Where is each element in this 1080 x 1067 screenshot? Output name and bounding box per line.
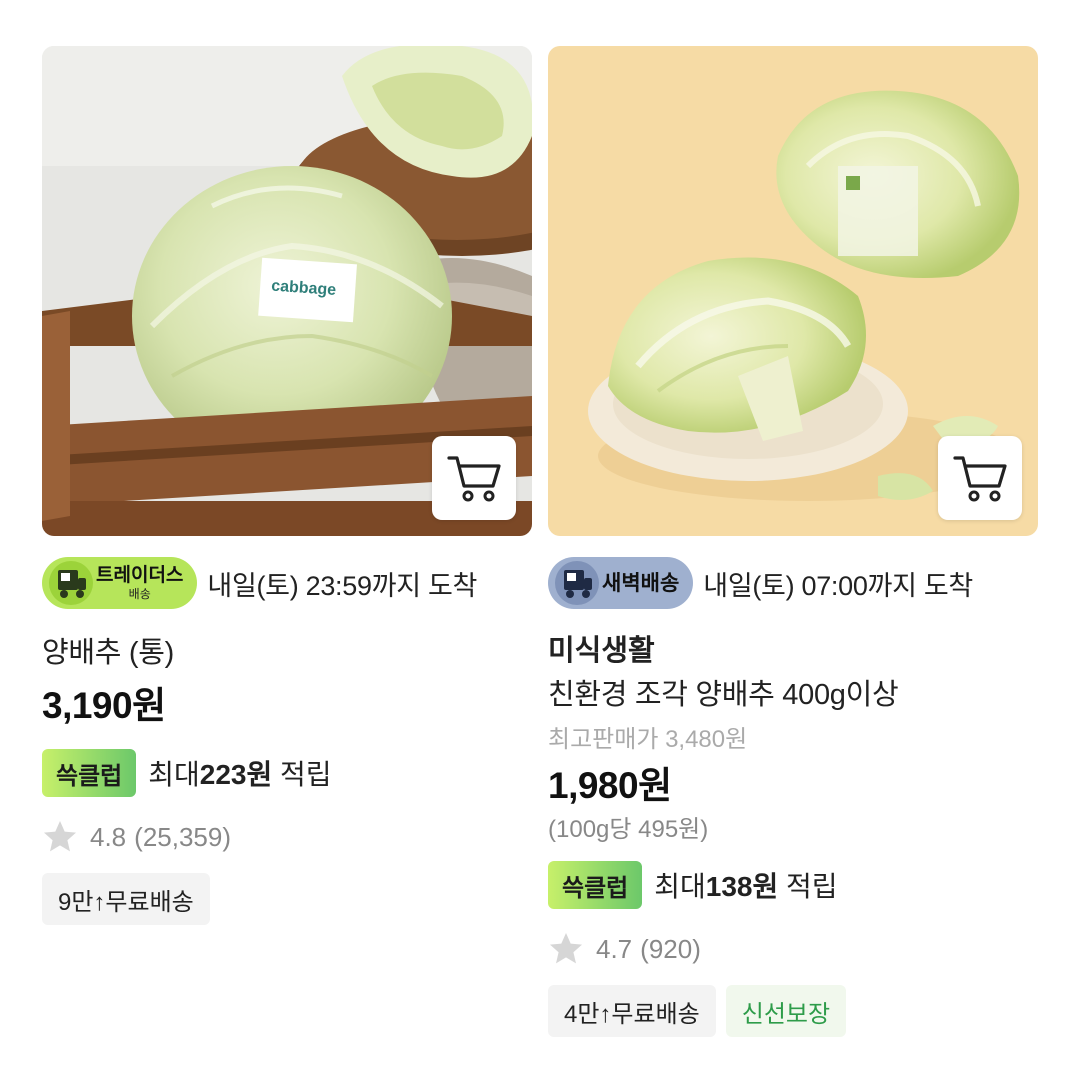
tag-list: 4만↑무료배송 신선보장 [548, 985, 1038, 1037]
traders-delivery-badge: 트레이더스 배송 [42, 557, 198, 609]
ssg-club-badge: 쓱클럽 [42, 749, 137, 797]
arrival-time: 내일(토) 23:59까지 도착 [207, 570, 478, 601]
product-name[interactable]: 친환경 조각 양배추 400g이상 [548, 677, 1038, 713]
cart-icon [953, 456, 1007, 502]
review-count: (25,359) [134, 821, 231, 852]
star-icon [44, 821, 76, 852]
ssg-club-badge: 쓱클럽 [548, 861, 643, 909]
product-rating: 4.7 (920) [548, 931, 1038, 967]
product-rating: 4.8 (25,359) [42, 819, 532, 855]
dawn-delivery-badge: 새벽배송 [548, 557, 694, 609]
fresh-guarantee-tag: 신선보장 [725, 985, 847, 1037]
add-to-cart-button[interactable] [432, 436, 516, 520]
star-icon [550, 933, 582, 964]
reward-info: 쓱클럽 최대223원 적립 [42, 749, 532, 797]
rating-value: 4.7 [596, 933, 633, 964]
product-price: 3,190원 [42, 685, 166, 726]
unit-price: (100g당 495원) [548, 816, 709, 843]
product-card[interactable]: 새벽배송 내일(토) 07:00까지 도착 미식생활 친환경 조각 양배추 40… [548, 46, 1038, 1037]
free-shipping-tag: 4만↑무료배송 [548, 985, 716, 1037]
arrival-time: 내일(토) 07:00까지 도착 [703, 570, 973, 601]
brand-name[interactable]: 미식생활 [548, 633, 1038, 669]
tag-list: 9만↑무료배송 [42, 873, 532, 925]
product-price: 1,980원 [548, 765, 672, 806]
product-card[interactable]: cabbage 트레이더스 배송 내일(토) 23:59까지 도착 양배추 (통… [42, 46, 532, 925]
delivery-info: 새벽배송 내일(토) 07:00까지 도착 [548, 557, 1038, 609]
add-to-cart-button[interactable] [938, 436, 1022, 520]
product-image[interactable]: cabbage [42, 46, 532, 536]
product-image[interactable] [548, 46, 1038, 536]
truck-icon [555, 561, 599, 605]
reward-info: 쓱클럽 최대138원 적립 [548, 861, 1038, 909]
truck-icon [49, 561, 93, 605]
reward-text: 최대223원 적립 [148, 759, 332, 790]
original-price: 최고판매가 3,480원 [548, 726, 748, 753]
cart-icon [447, 456, 501, 502]
delivery-badge-label: 트레이더스 [96, 565, 184, 586]
review-count: (920) [640, 933, 701, 964]
delivery-badge-label: 새벽배송 [602, 571, 680, 595]
reward-text: 최대138원 적립 [654, 871, 838, 902]
product-name[interactable]: 양배추 (통) [42, 635, 532, 671]
free-shipping-tag: 9만↑무료배송 [42, 873, 210, 925]
delivery-info: 트레이더스 배송 내일(토) 23:59까지 도착 [42, 557, 532, 609]
rating-value: 4.8 [90, 821, 127, 852]
delivery-badge-sublabel: 배송 [128, 587, 151, 601]
